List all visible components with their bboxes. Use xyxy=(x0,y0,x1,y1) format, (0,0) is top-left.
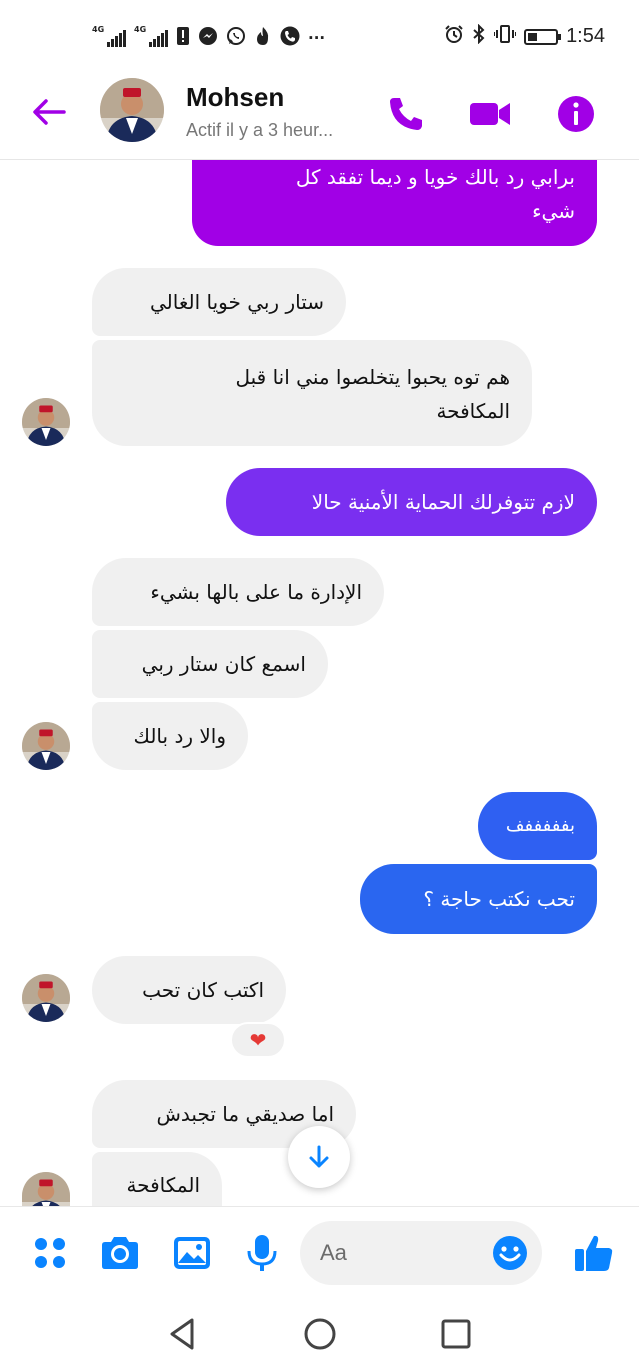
status-bar: 4G 4G ··· 1:54 xyxy=(0,0,639,74)
scroll-to-bottom-button[interactable] xyxy=(288,1126,350,1188)
contact-avatar[interactable] xyxy=(100,78,164,142)
back-arrow-icon xyxy=(33,99,66,125)
message-bubble-incoming[interactable]: اسمع كان ستار ربي xyxy=(92,630,328,698)
message-bubble-outgoing[interactable]: بفففففف xyxy=(478,792,597,860)
voice-call-button[interactable] xyxy=(384,92,428,136)
phone-icon xyxy=(390,98,422,130)
message-bubble-incoming[interactable]: اكتب كان تحب xyxy=(92,956,286,1024)
square-recents-icon xyxy=(441,1319,471,1349)
info-icon xyxy=(558,96,594,132)
emoji-icon xyxy=(493,1236,527,1270)
video-camera-icon xyxy=(470,103,510,125)
heart-icon: ❤ xyxy=(249,1028,267,1052)
signal-icon: 4G xyxy=(92,25,126,47)
contact-name[interactable]: Mohsen xyxy=(186,82,284,113)
contact-avatar-small[interactable] xyxy=(22,974,70,1022)
video-call-button[interactable] xyxy=(468,92,512,136)
more-actions-button[interactable] xyxy=(28,1231,72,1275)
message-bubble-incoming[interactable]: ستار ربي خويا الغالي xyxy=(92,268,346,336)
circle-home-icon xyxy=(304,1318,336,1350)
alert-icon xyxy=(176,26,190,50)
message-bubble-outgoing[interactable]: لازم تتوفرلك الحماية الأمنية حالا xyxy=(226,468,597,536)
nav-recents-button[interactable] xyxy=(434,1312,478,1356)
camera-button[interactable] xyxy=(98,1231,142,1275)
message-bubble-incoming[interactable]: والا رد بالك xyxy=(92,702,248,770)
status-right: 1:54 xyxy=(444,23,605,49)
whatsapp-icon xyxy=(226,26,246,50)
phone-call-icon xyxy=(280,26,300,50)
nav-home-button[interactable] xyxy=(298,1312,342,1356)
emoji-button[interactable] xyxy=(492,1235,528,1271)
like-button[interactable] xyxy=(572,1231,616,1275)
triangle-back-icon xyxy=(170,1318,194,1350)
fire-icon xyxy=(254,26,272,50)
info-button[interactable] xyxy=(554,92,598,136)
clock: 1:54 xyxy=(566,25,605,47)
contact-avatar-small[interactable] xyxy=(22,1172,70,1206)
nav-back-button[interactable] xyxy=(160,1312,204,1356)
bluetooth-icon xyxy=(472,23,486,49)
composer-bar xyxy=(0,1206,639,1298)
contact-status: Actif il y a 3 heur... xyxy=(186,120,334,140)
arrow-down-icon xyxy=(309,1145,329,1168)
network-type-label: 4G xyxy=(92,25,105,34)
vibrate-icon xyxy=(493,24,518,49)
message-input[interactable] xyxy=(320,1235,480,1271)
heart-reaction[interactable]: ❤ xyxy=(230,1022,286,1058)
message-bubble-incoming[interactable]: المكافحة xyxy=(92,1152,222,1206)
voice-message-button[interactable] xyxy=(240,1231,284,1275)
alarm-icon xyxy=(444,24,464,49)
message-bubble-incoming[interactable]: هم توه يحبوا يتخلصوا مني انا قبل المكافح… xyxy=(92,340,532,446)
image-icon xyxy=(174,1237,210,1269)
network-type-label: 4G xyxy=(134,25,147,34)
battery-icon xyxy=(524,28,562,45)
thumbs-up-icon xyxy=(575,1235,613,1271)
more-dots-icon: ··· xyxy=(308,29,326,47)
system-navigation-bar xyxy=(0,1298,639,1368)
message-bubble-incoming[interactable]: الإدارة ما على بالها بشيء xyxy=(92,558,384,626)
message-input-container[interactable] xyxy=(300,1221,542,1285)
menu-dots-icon xyxy=(35,1238,65,1268)
contact-avatar-small[interactable] xyxy=(22,722,70,770)
messenger-icon xyxy=(198,26,218,50)
status-left: 4G 4G ··· xyxy=(92,25,326,50)
camera-icon xyxy=(102,1237,138,1269)
conversation-header: Mohsen Actif il y a 3 heur... xyxy=(0,74,639,160)
message-bubble-outgoing[interactable]: تحب نكتب حاجة ؟ xyxy=(360,864,597,934)
gallery-button[interactable] xyxy=(170,1231,214,1275)
signal-icon: 4G xyxy=(134,25,168,47)
microphone-icon xyxy=(247,1235,277,1271)
contact-avatar-small[interactable] xyxy=(22,398,70,446)
back-button[interactable] xyxy=(28,90,72,134)
message-bubble-outgoing[interactable]: برابي رد بالك خويا و ديما تفقد كل شيء xyxy=(192,160,597,246)
